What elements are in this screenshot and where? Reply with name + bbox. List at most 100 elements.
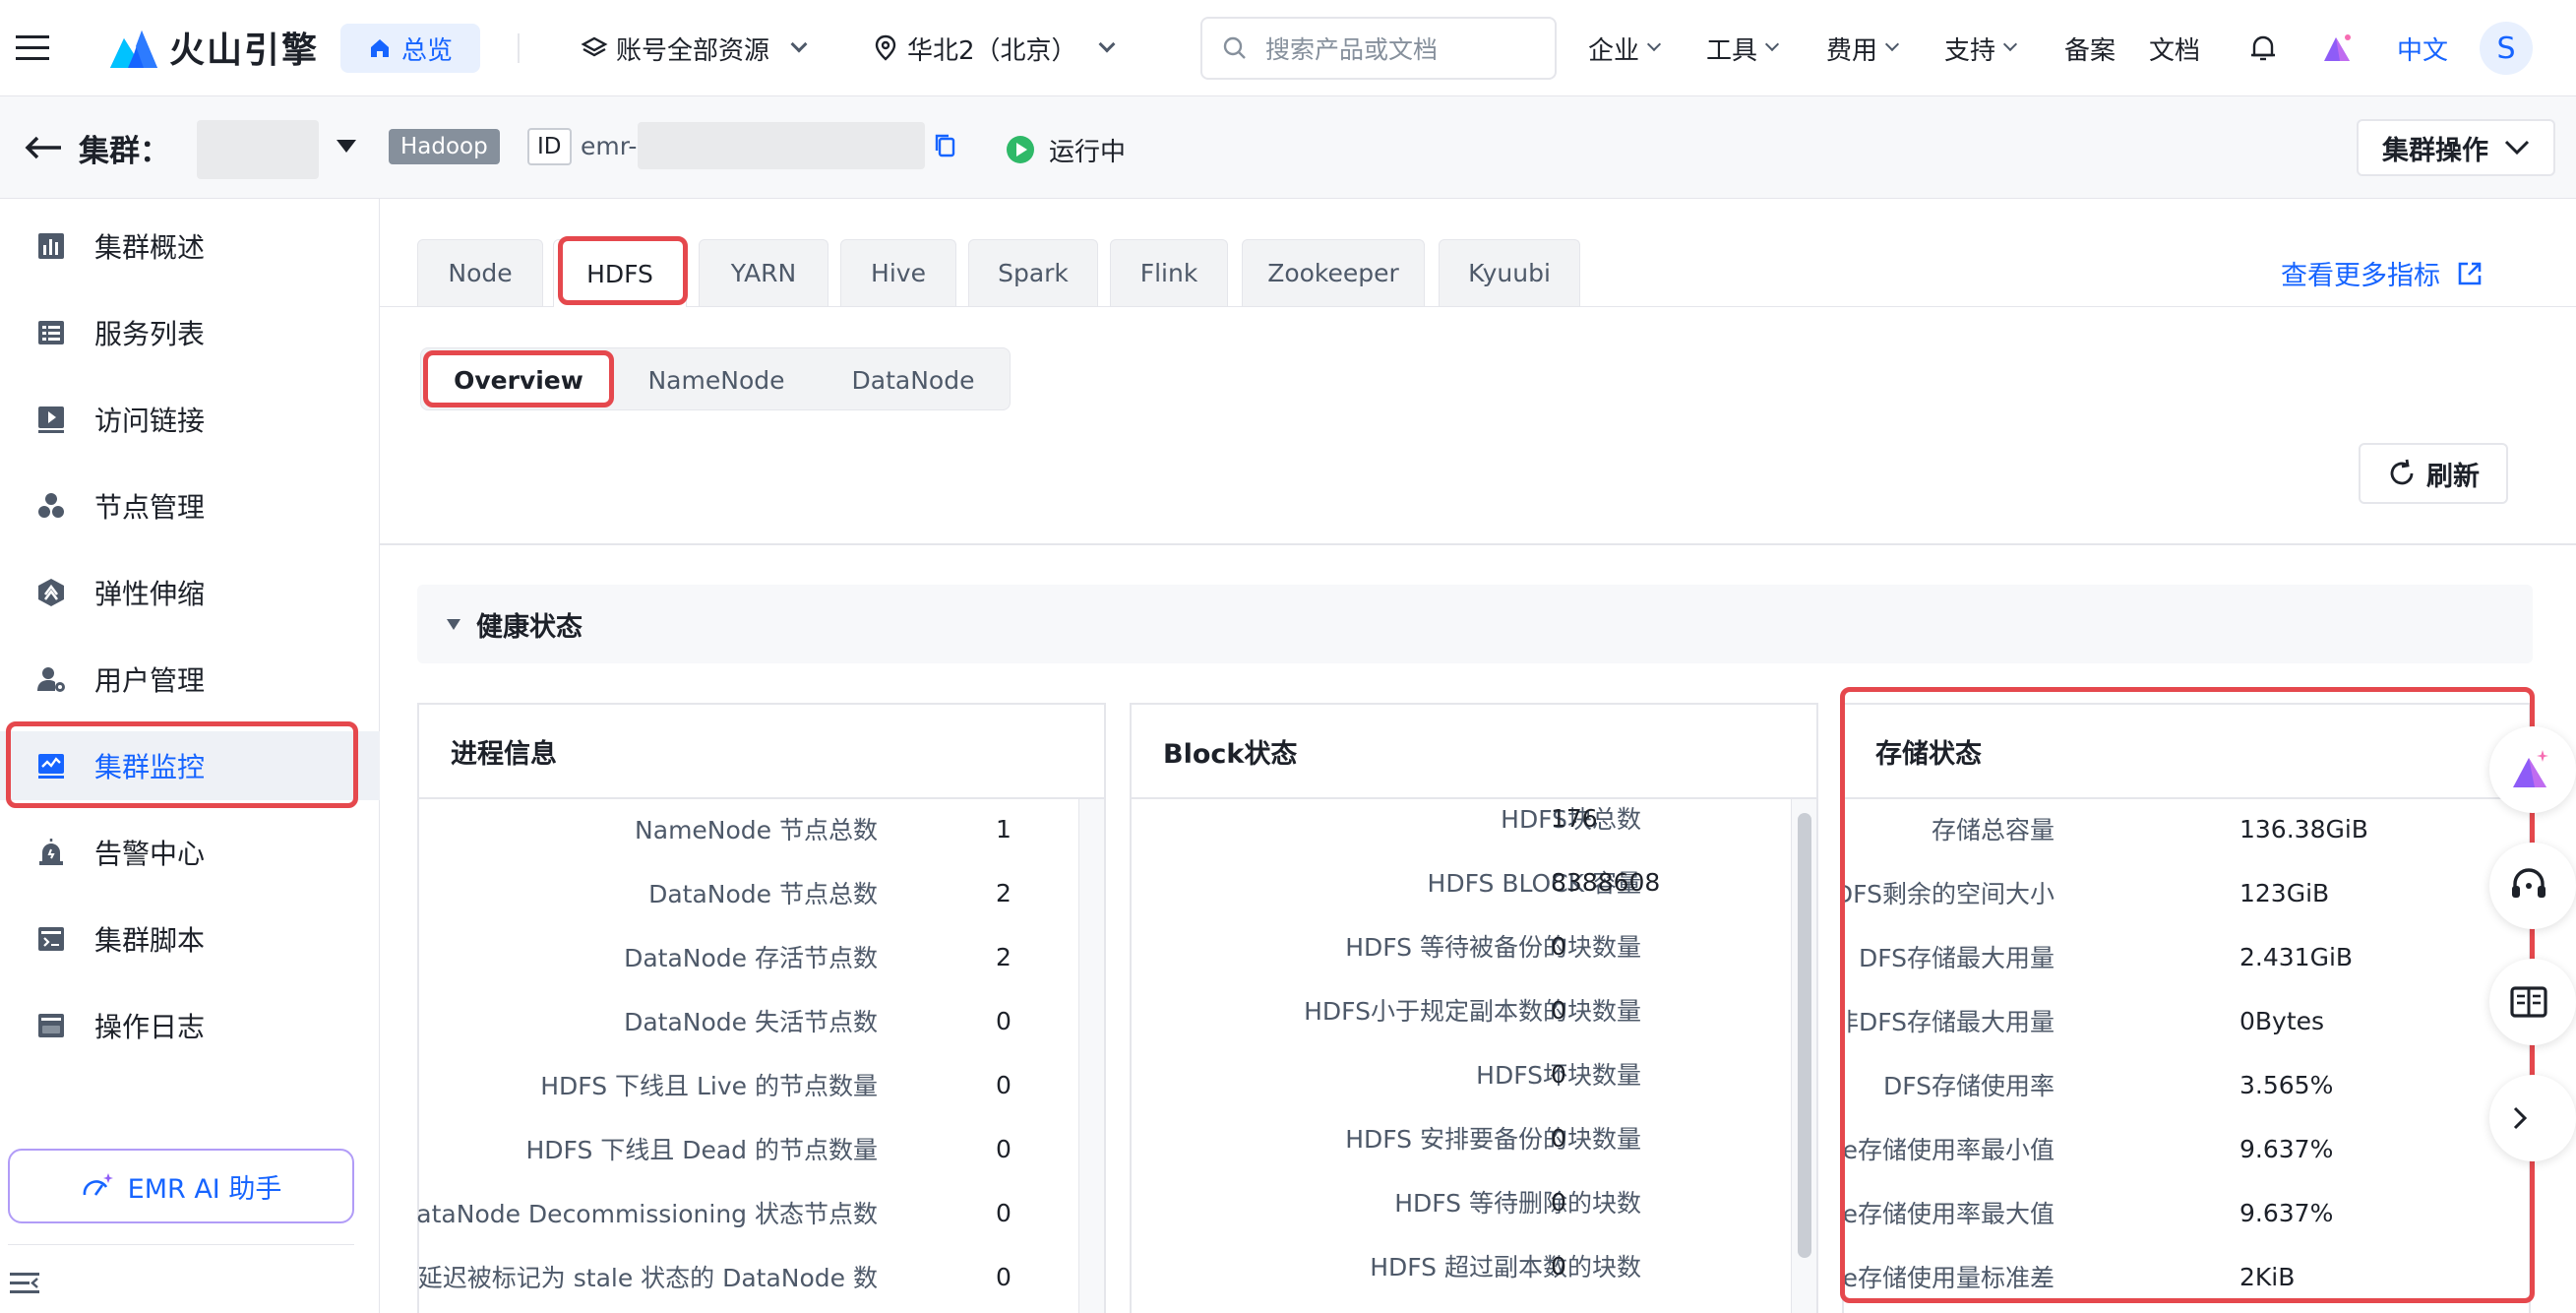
- chevron-down-icon: [2504, 140, 2530, 156]
- view-more-metrics-link[interactable]: 查看更多指标: [2281, 254, 2484, 292]
- link-icp-filing[interactable]: 备案: [2064, 0, 2116, 96]
- list-icon: [35, 317, 67, 348]
- sidebar-item-cluster-overview[interactable]: 集群概述: [0, 212, 380, 281]
- sidebar-item-label: 操作日志: [94, 1011, 206, 1043]
- floating-ai-button[interactable]: [2489, 726, 2576, 813]
- sidebar-item-alarm-center[interactable]: 告警中心: [0, 818, 380, 887]
- script-icon: [35, 923, 67, 955]
- health-status-collapse-header[interactable]: 健康状态: [417, 585, 2533, 663]
- sparkle-gauge-icon: [83, 1173, 113, 1196]
- table-row: DataNode 失活节点数 0: [417, 996, 1047, 1045]
- tab-spark[interactable]: Spark: [968, 239, 1098, 306]
- link-docs[interactable]: 文档: [2149, 0, 2200, 96]
- scrollbar-thumb[interactable]: [1798, 813, 1811, 1258]
- menu-enterprise[interactable]: 企业: [1588, 0, 1662, 96]
- sidebar-item-service-list[interactable]: 服务列表: [0, 298, 380, 367]
- highlight-box-sidebar: [6, 721, 358, 808]
- table-row: HDFS小于规定副本数的块数量 0: [1132, 985, 1789, 1034]
- menu-support[interactable]: 支持: [1944, 0, 2018, 96]
- scaling-icon: [35, 577, 67, 608]
- menu-tools[interactable]: 工具: [1706, 0, 1780, 96]
- table-row: HDFS 安排要备份的块数量 0: [1132, 1113, 1789, 1162]
- tab-flink[interactable]: Flink: [1110, 239, 1228, 306]
- language-label: 中文: [2397, 35, 2449, 66]
- cluster-actions-button[interactable]: 集群操作: [2357, 119, 2555, 176]
- highlight-box-overview-subtab: [423, 350, 614, 407]
- panel-scrollbar[interactable]: [1791, 799, 1816, 1313]
- row-value: 0: [996, 1070, 1012, 1099]
- headset-icon: [2512, 868, 2545, 898]
- language-switch[interactable]: 中文: [2397, 0, 2448, 96]
- user-avatar[interactable]: S: [2480, 22, 2533, 75]
- floating-collapse-button[interactable]: [2489, 1075, 2576, 1161]
- sidebar-item-cluster-scripts[interactable]: 集群脚本: [0, 905, 380, 973]
- refresh-button[interactable]: 刷新: [2359, 443, 2508, 504]
- menu-billing[interactable]: 费用: [1826, 0, 1900, 96]
- region-label: 华北2（北京）: [907, 35, 1077, 66]
- sidebar-item-node-management[interactable]: 节点管理: [0, 471, 380, 540]
- sidebar-item-label: 用户管理: [94, 664, 206, 697]
- row-key: HDFS 安排要备份的块数量: [1345, 1125, 1641, 1154]
- sidebar-item-label: 弹性伸缩: [94, 578, 206, 610]
- table-row: NameNode 节点总数 1: [417, 804, 1047, 853]
- row-value: 1: [996, 814, 1012, 844]
- hamburger-menu-icon[interactable]: [16, 33, 49, 63]
- process-rows-container: NameNode 节点总数 1 DataNode 节点总数 2 DataNode 存…: [417, 797, 1047, 1313]
- volcengine-logo[interactable]: 火山引擎: [108, 20, 319, 75]
- cluster-select-caret-icon[interactable]: [337, 140, 356, 153]
- table-row: DataNode Decommissioning 状态节点数 0: [417, 1188, 1047, 1237]
- tab-hive[interactable]: Hive: [840, 239, 956, 306]
- emr-ai-assistant-button[interactable]: EMR AI 助手: [8, 1149, 354, 1223]
- subtab-datanode[interactable]: DataNode: [825, 354, 1002, 406]
- row-key: DataNode Decommissioning 状态节点数: [417, 1200, 878, 1228]
- cluster-id-redacted: [638, 122, 925, 169]
- search-input[interactable]: 搜索产品或文档: [1200, 17, 1557, 80]
- refresh-icon: [2390, 459, 2414, 485]
- id-badge-label: ID: [537, 134, 562, 159]
- table-row: 心跳延迟被标记为 stale 状态的 DataNode 数 0: [417, 1252, 1047, 1301]
- back-arrow-icon[interactable]: [24, 134, 63, 165]
- subtab-namenode[interactable]: NameNode: [618, 354, 815, 406]
- region-dropdown[interactable]: 华北2（北京）: [874, 0, 1116, 96]
- cluster-id-badge: ID: [527, 128, 572, 165]
- tab-yarn[interactable]: YARN: [699, 239, 828, 306]
- floating-support-button[interactable]: [2489, 843, 2576, 929]
- highlight-box-storage-panel: [1840, 687, 2535, 1303]
- sidebar-item-label: 访问链接: [94, 405, 206, 437]
- tab-zookeeper[interactable]: Zookeeper: [1242, 239, 1425, 306]
- row-key: HDFS 下线且 Live 的节点数量: [540, 1072, 878, 1100]
- row-key: 心跳延迟被标记为 stale 状态的 DataNode 数: [417, 1264, 878, 1292]
- sidebar-item-access-links[interactable]: 访问链接: [0, 385, 380, 454]
- sidebar-item-operation-log[interactable]: 操作日志: [0, 991, 380, 1060]
- sidebar-item-user-management[interactable]: 用户管理: [0, 645, 380, 714]
- ai-button-label: EMR AI 助手: [127, 1173, 282, 1205]
- ai-sparkle-icon: [2513, 750, 2548, 787]
- bell-icon[interactable]: [2249, 33, 2277, 67]
- sidebar-item-auto-scaling[interactable]: 弹性伸缩: [0, 558, 380, 627]
- table-row: HDFS坏块数量 0: [1132, 1049, 1789, 1098]
- panel-scrollbar[interactable]: [1078, 799, 1104, 1313]
- tab-node[interactable]: Node: [417, 239, 543, 306]
- table-row: HDFS 下线且 Dead 的节点数量 0: [417, 1124, 1047, 1173]
- floating-docs-button[interactable]: [2489, 959, 2576, 1045]
- menu-label: 工具: [1706, 35, 1758, 66]
- cluster-status: 运行中: [1049, 138, 1127, 167]
- running-status-icon: [1007, 136, 1034, 163]
- table-row: HDFS 等待删除的块数 0: [1132, 1177, 1789, 1226]
- link-label: 备案: [2064, 35, 2116, 66]
- external-link-icon: [2458, 262, 2482, 284]
- row-key: HDFS 下线且 Dead 的节点数量: [525, 1136, 878, 1164]
- collapse-sidebar-icon[interactable]: [10, 1270, 41, 1301]
- account-scope-dropdown[interactable]: 账号全部资源: [581, 0, 808, 96]
- sidebar: 集群概述 服务列表 访问链接 节点管理 弹性伸缩 用户管理 集群监控 告警中心 …: [0, 199, 380, 1313]
- ai-assistant-icon[interactable]: [2320, 30, 2356, 69]
- copy-icon[interactable]: [933, 132, 958, 163]
- row-key: NameNode 节点总数: [635, 816, 878, 844]
- tab-kyuubi[interactable]: Kyuubi: [1439, 239, 1580, 306]
- row-value: 0: [996, 1134, 1012, 1163]
- menu-label: 企业: [1588, 35, 1640, 66]
- home-overview-button[interactable]: 总览: [340, 24, 480, 73]
- volcano-logo-icon: [110, 31, 157, 68]
- cluster-header: 集群： Hadoop ID emr- 运行中 集群操作: [0, 96, 2576, 199]
- chevron-down-icon: [790, 35, 808, 53]
